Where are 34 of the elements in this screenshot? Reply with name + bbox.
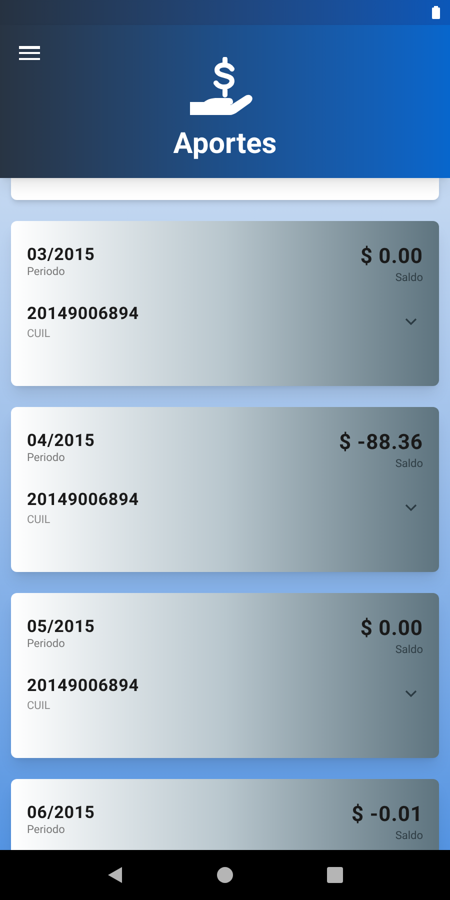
cuil-label: CUIL — [27, 513, 50, 526]
cuil-value: 20149006894 — [27, 676, 139, 696]
saldo-label: Saldo — [395, 271, 423, 284]
saldo-value: $ 0.00 — [360, 245, 423, 269]
saldo-label: Saldo — [395, 829, 423, 842]
saldo-label: Saldo — [395, 457, 423, 470]
aporte-card[interactable]: 04/2015 Periodo $ -88.36 Saldo 20149006894 CUIL — [11, 407, 439, 572]
period-value: 03/2015 — [27, 245, 95, 265]
saldo-value: $ -0.01 — [352, 803, 423, 827]
period-label: Periodo — [27, 637, 65, 650]
cuil-label: CUIL — [27, 327, 50, 340]
aporte-card[interactable]: 03/2015 Periodo $ 0.00 Saldo 20149006894 CUIL — [11, 221, 439, 386]
period-value: 04/2015 — [27, 431, 95, 451]
aporte-card[interactable]: 06/2015 Periodo $ -0.01 Saldo — [11, 779, 439, 850]
period-value: 05/2015 — [27, 617, 95, 637]
chevron-down-icon[interactable] — [405, 690, 417, 698]
chevron-down-icon[interactable] — [405, 318, 417, 326]
battery-icon — [432, 6, 440, 19]
period-label: Periodo — [27, 265, 65, 278]
aporte-card[interactable]: 05/2015 Periodo $ 0.00 Saldo 20149006894 CUIL — [11, 593, 439, 758]
period-value: 06/2015 — [27, 803, 95, 823]
saldo-label: Saldo — [395, 643, 423, 656]
chevron-down-icon[interactable] — [405, 504, 417, 512]
saldo-value: $ 0.00 — [360, 617, 423, 641]
menu-icon[interactable] — [19, 45, 40, 61]
saldo-value: $ -88.36 — [338, 431, 423, 455]
cuil-value: 20149006894 — [27, 490, 139, 510]
home-icon[interactable] — [217, 867, 233, 883]
page-title: Aportes — [173, 130, 277, 159]
cuil-value: 20149006894 — [27, 304, 139, 324]
period-label: Periodo — [27, 451, 65, 464]
cuil-label: CUIL — [27, 699, 50, 712]
period-label: Periodo — [27, 823, 65, 836]
back-icon[interactable] — [107, 866, 123, 884]
